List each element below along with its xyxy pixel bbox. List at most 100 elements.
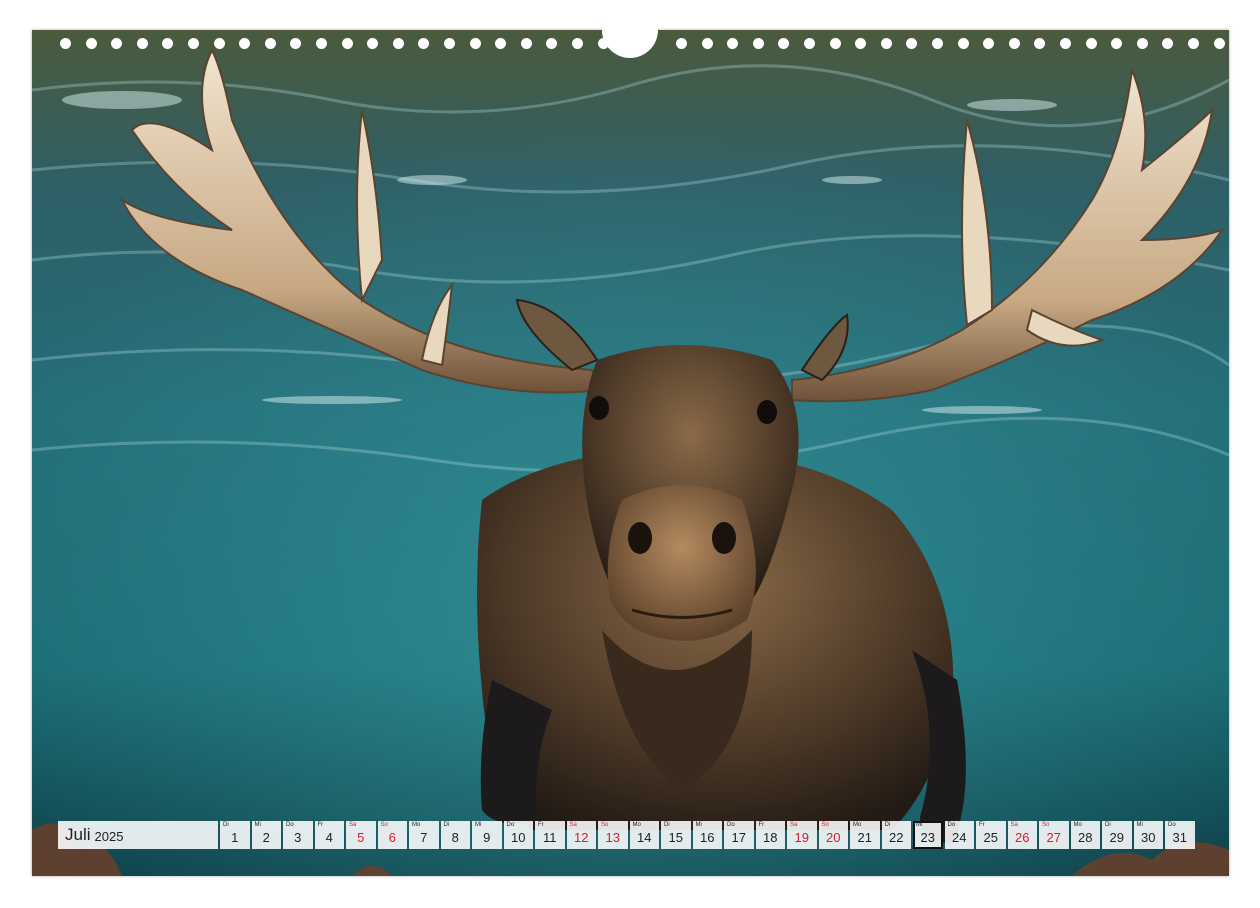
day-number: 1 (231, 830, 239, 845)
day-cell: So 13 (598, 821, 628, 849)
binding-hole (1214, 38, 1225, 49)
day-number: 5 (357, 830, 365, 845)
day-weekday: Mi (475, 822, 482, 828)
day-cell: Mo 14 (629, 821, 659, 849)
day-weekday: Mi (695, 822, 702, 828)
day-number: 6 (388, 830, 396, 845)
binding-hole (958, 38, 969, 49)
binding-hole (60, 38, 71, 49)
day-weekday: Fr (979, 822, 985, 828)
month-name: Juli (65, 825, 91, 844)
day-cell: Do 3 (283, 821, 313, 849)
day-cell: Mo 28 (1070, 821, 1100, 849)
binding-hole (162, 38, 173, 49)
day-weekday: Di (884, 822, 891, 828)
day-weekday: Di (1105, 822, 1111, 828)
binding-hole (393, 38, 404, 49)
day-cell: Mi 9 (472, 821, 502, 849)
day-cell: So 6 (377, 821, 407, 849)
day-weekday: So (1042, 822, 1050, 828)
day-cell: Di 22 (881, 821, 911, 849)
day-number: 25 (983, 830, 998, 845)
day-cell: Di 8 (440, 821, 470, 849)
binding-hole (367, 38, 378, 49)
day-weekday: Mi (1136, 822, 1143, 828)
day-weekday: Mi (254, 822, 261, 828)
day-weekday: Do (947, 822, 956, 828)
binding-hole (1137, 38, 1148, 49)
day-cell: Di 15 (661, 821, 691, 849)
day-weekday: So (821, 822, 829, 828)
binding-hole (1060, 38, 1071, 49)
binding-hole (932, 38, 943, 49)
calendar-page: Juli 2025 Di 1 Mi 2 Do 3 Fr 4 Sa 5 So 6 Mo 7 Di 8 Mi 9 Do 1… (0, 0, 1260, 908)
day-weekday: Sa (1010, 822, 1018, 828)
day-weekday: Do (506, 822, 515, 828)
binding-hole (1162, 38, 1173, 49)
day-number: 30 (1141, 830, 1156, 845)
binding-hole (572, 38, 583, 49)
day-number: 14 (637, 830, 652, 845)
day-weekday: Fr (317, 822, 324, 828)
day-cell: Sa 19 (787, 821, 817, 849)
binding-hole (1009, 38, 1020, 49)
day-number: 17 (731, 830, 746, 845)
binding-hole (546, 38, 557, 49)
day-cell: Di 29 (1102, 821, 1132, 849)
binding-hole (753, 38, 764, 49)
day-weekday: Mo (1073, 822, 1082, 828)
month-year: 2025 (94, 829, 124, 844)
binding-hole (111, 38, 122, 49)
day-number: 19 (794, 830, 809, 845)
day-weekday: Mo (412, 822, 421, 828)
binding-hole (702, 38, 713, 49)
day-number: 4 (325, 830, 333, 845)
day-cell: So 20 (818, 821, 848, 849)
day-number: 7 (420, 830, 428, 845)
day-number: 2 (262, 830, 270, 845)
day-weekday: So (601, 822, 609, 828)
day-cell: Mi 16 (692, 821, 722, 849)
day-cell: Sa 12 (566, 821, 596, 849)
binding-hole (906, 38, 917, 49)
binding-hole (495, 38, 506, 49)
day-cell: Mi 23 (913, 821, 943, 849)
day-weekday: Do (727, 822, 735, 828)
day-number: 27 (1046, 830, 1061, 845)
day-number: 10 (511, 830, 526, 845)
day-cell: Mi 2 (251, 821, 281, 849)
binding-hole (676, 38, 687, 49)
day-weekday: Do (286, 822, 294, 828)
binding-hole (778, 38, 789, 49)
day-weekday: Di (223, 822, 229, 828)
binding-hole (983, 38, 994, 49)
day-weekday: Sa (569, 822, 577, 828)
day-cell: Sa 26 (1007, 821, 1037, 849)
month-label: Juli 2025 (58, 821, 218, 849)
day-number: 11 (543, 830, 557, 845)
day-cell: Fr 18 (755, 821, 785, 849)
day-weekday: Mi (916, 822, 923, 828)
day-cell: Fr 25 (976, 821, 1006, 849)
binding-hole (290, 38, 301, 49)
day-number: 31 (1172, 830, 1187, 845)
day-number: 23 (920, 830, 935, 845)
binding-hole (830, 38, 841, 49)
moose-underwater-photo (32, 30, 1229, 876)
calendar-strip: Juli 2025 Di 1 Mi 2 Do 3 Fr 4 Sa 5 So 6 Mo 7 Di 8 Mi 9 Do 1… (58, 821, 1195, 849)
day-number: 12 (574, 830, 589, 845)
day-cell: Do 31 (1165, 821, 1195, 849)
binding-hole (1034, 38, 1045, 49)
binding-hole (470, 38, 481, 49)
day-cell: Mo 7 (409, 821, 439, 849)
binding-hole (214, 38, 225, 49)
binding-hole (521, 38, 532, 49)
day-weekday: Mo (853, 822, 862, 828)
day-cell: So 27 (1039, 821, 1069, 849)
binding-hole (855, 38, 866, 49)
day-cell: Fr 4 (314, 821, 344, 849)
day-number: 18 (763, 830, 778, 845)
binding-hole (804, 38, 815, 49)
day-number: 24 (952, 830, 967, 845)
binding-hole (444, 38, 455, 49)
